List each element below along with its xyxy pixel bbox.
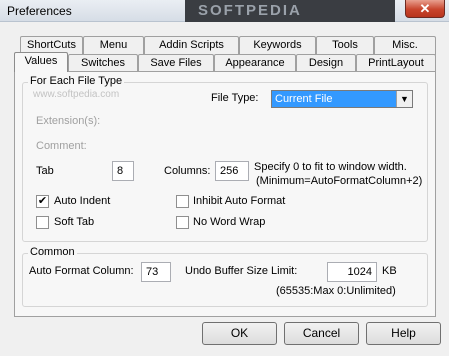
checkmark-icon: ✔ (37, 195, 48, 207)
tab-values[interactable]: Values (14, 52, 68, 72)
cancel-button[interactable]: Cancel (284, 322, 359, 345)
columns-label: Columns: (164, 165, 211, 177)
undo-buffer-unit: KB (382, 265, 397, 277)
columns-hint-line2: (Minimum=AutoFormatColumn+2) (256, 175, 423, 187)
file-type-select[interactable]: Current File ▼ (271, 90, 413, 108)
columns-hint-line1: Specify 0 to fit to window width. (254, 161, 407, 173)
auto-indent-checkbox[interactable]: ✔ (36, 195, 49, 208)
extensions-label: Extension(s): (36, 115, 101, 127)
auto-indent-label: Auto Indent (54, 195, 111, 207)
undo-buffer-label: Undo Buffer Size Limit: (185, 265, 298, 277)
tab-size-label: Tab (36, 165, 54, 177)
close-button[interactable]: ✕ (405, 0, 445, 18)
tab-menu[interactable]: Menu (83, 36, 144, 55)
undo-buffer-hint: (65535:Max 0:Unlimited) (276, 285, 396, 297)
file-type-value: Current File (275, 93, 333, 105)
auto-format-column-input[interactable]: 73 (141, 262, 171, 282)
watermark-text: SOFTPEDIA (198, 2, 302, 19)
soft-tab-checkbox[interactable] (36, 216, 49, 229)
columns-input[interactable]: 256 (215, 161, 249, 181)
chevron-down-icon[interactable]: ▼ (396, 91, 412, 107)
file-type-label: File Type: (211, 92, 259, 104)
tab-addin-scripts[interactable]: Addin Scripts (144, 36, 239, 55)
tab-keywords[interactable]: Keywords (239, 36, 316, 55)
common-group-legend: Common (28, 246, 77, 258)
undo-buffer-input[interactable]: 1024 (327, 262, 377, 282)
auto-format-column-label: Auto Format Column: (29, 265, 134, 277)
tab-tools[interactable]: Tools (316, 36, 374, 55)
file-type-group-legend: For Each File Type (28, 75, 125, 87)
window-title: Preferences (7, 4, 72, 18)
comment-label: Comment: (36, 140, 87, 152)
close-icon: ✕ (419, 1, 431, 16)
tab-misc[interactable]: Misc. (374, 36, 436, 55)
tab-size-input[interactable]: 8 (112, 161, 134, 181)
no-word-wrap-label: No Word Wrap (193, 216, 266, 228)
no-word-wrap-checkbox[interactable] (176, 216, 189, 229)
help-button[interactable]: Help (366, 322, 441, 345)
soft-tab-label: Soft Tab (54, 216, 95, 228)
inhibit-auto-format-label: Inhibit Auto Format (193, 195, 286, 207)
inhibit-auto-format-checkbox[interactable] (176, 195, 189, 208)
watermark-url: www.softpedia.com (33, 89, 120, 100)
ok-button[interactable]: OK (202, 322, 277, 345)
